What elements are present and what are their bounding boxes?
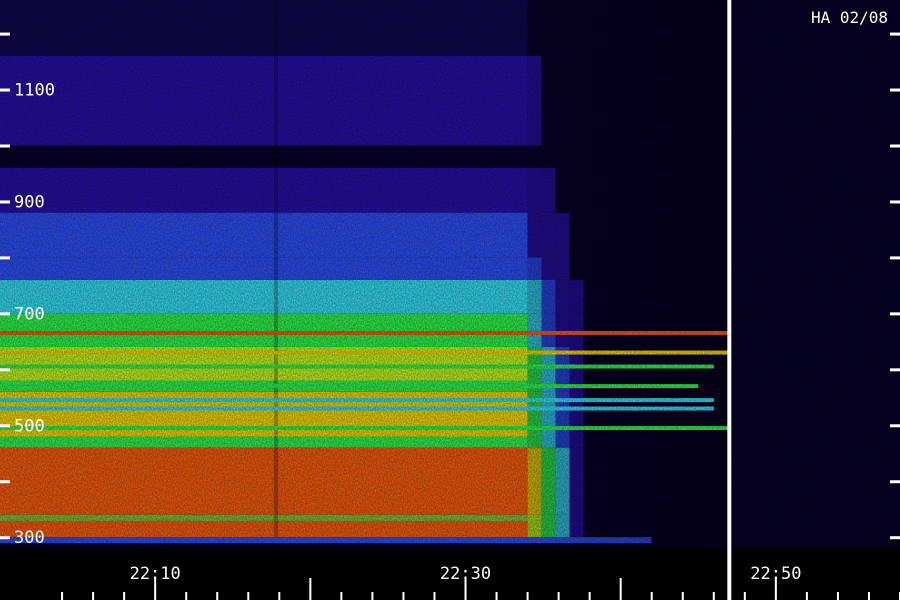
x-tick-minor <box>340 592 343 600</box>
x-tick-minor <box>185 592 188 600</box>
spectrogram-chart: 1100 900 700 500 300 22:10 22:30 22:50 HA 02/0… <box>0 0 900 600</box>
y-tick-label: 700 <box>14 304 45 324</box>
chart-title: HA 02/08 <box>811 8 888 27</box>
x-tick-minor <box>216 592 219 600</box>
y-tick-left <box>0 32 10 36</box>
x-tick-minor <box>836 592 839 600</box>
time-marker-line <box>727 0 732 600</box>
y-tick-left <box>0 480 10 484</box>
x-tick-minor <box>371 592 374 600</box>
y-tick-right <box>890 536 900 540</box>
x-tick-minor <box>805 592 808 600</box>
x-tick-minor <box>402 592 405 600</box>
x-tick-minor <box>557 592 560 600</box>
y-tick-left <box>0 256 10 260</box>
y-tick-left <box>0 368 10 372</box>
x-tick-minor <box>495 592 498 600</box>
y-tick-left <box>0 536 10 540</box>
noise-texture <box>0 0 900 548</box>
y-tick-left <box>0 424 10 428</box>
y-tick-left <box>0 144 10 148</box>
y-tick-right <box>890 200 900 204</box>
x-tick-minor <box>712 592 715 600</box>
y-tick-right <box>890 256 900 260</box>
y-tick-left <box>0 88 10 92</box>
x-tick-minor <box>123 592 126 600</box>
y-tick-right <box>890 88 900 92</box>
x-tick-label: 22:30 <box>440 564 491 584</box>
y-tick-label: 500 <box>14 416 45 436</box>
y-tick-label: 1100 <box>14 81 55 101</box>
x-tick-minor <box>278 592 281 600</box>
y-tick-right <box>890 144 900 148</box>
x-tick-minor <box>650 592 653 600</box>
y-tick-right <box>890 32 900 36</box>
time-marker <box>727 0 732 600</box>
y-tick-left <box>0 200 10 204</box>
y-tick-left <box>0 312 10 316</box>
y-tick-right <box>890 424 900 428</box>
x-tick-label: 22:50 <box>750 564 801 584</box>
x-tick-minor <box>588 592 591 600</box>
y-tick-right <box>890 312 900 316</box>
x-tick-major <box>619 578 622 600</box>
x-tick-minor <box>526 592 529 600</box>
x-tick-minor <box>61 592 64 600</box>
y-tick-label: 300 <box>14 528 45 548</box>
x-tick-minor <box>681 592 684 600</box>
x-tick-minor <box>92 592 95 600</box>
x-tick-major <box>309 578 312 600</box>
x-tick-minor <box>867 592 870 600</box>
x-tick-minor <box>433 592 436 600</box>
x-tick-minor <box>247 592 250 600</box>
x-tick-label: 22:10 <box>130 564 181 584</box>
y-tick-right <box>890 368 900 372</box>
y-tick-right <box>890 480 900 484</box>
x-tick-minor <box>743 592 746 600</box>
y-tick-label: 900 <box>14 192 45 212</box>
